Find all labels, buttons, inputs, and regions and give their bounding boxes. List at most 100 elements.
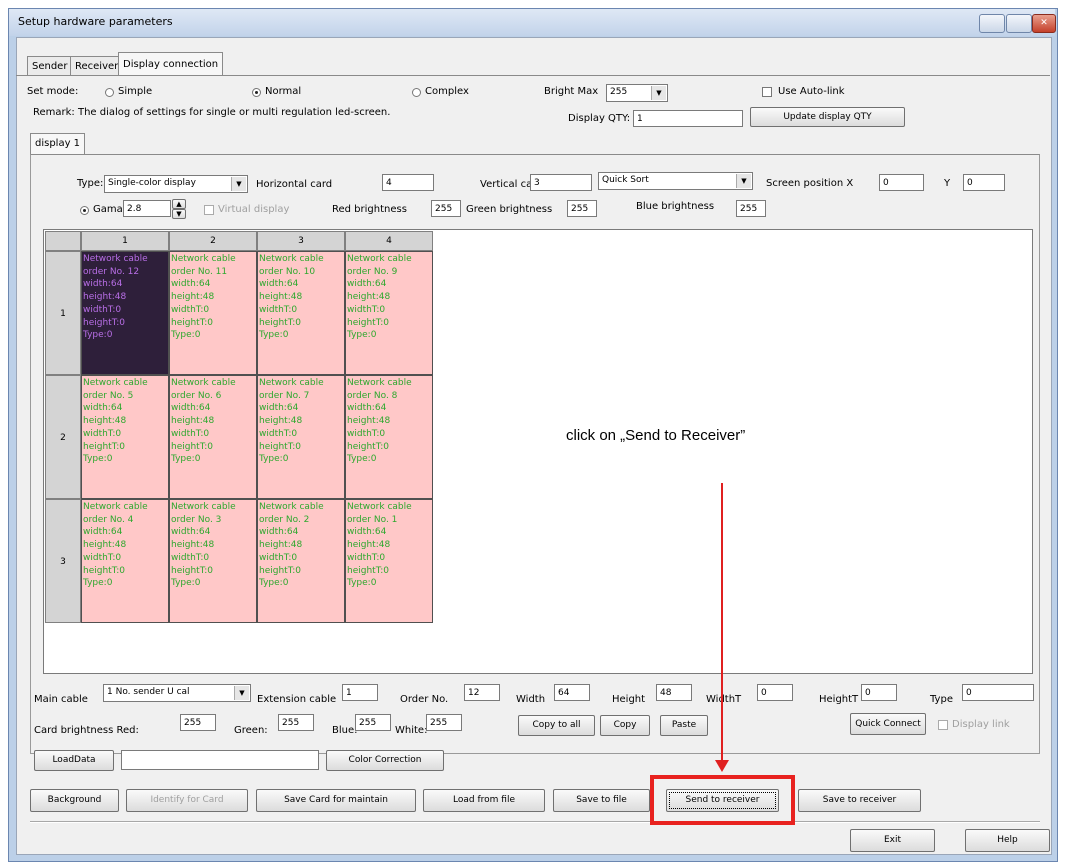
grid-card-cell[interactable]: Network cable order No. 4 width:64 height:4… (81, 499, 169, 623)
annotation-text: click on „Send to Receiver” (566, 427, 746, 444)
grid-card-cell[interactable]: Network cable order No. 3 width:64 height:4… (169, 499, 257, 623)
grid-card-line: width:64 (171, 403, 211, 414)
grid-card-cell[interactable]: Network cable order No. 1 width:64 height:4… (345, 499, 433, 623)
grid-card-line: height:48 (259, 292, 303, 303)
grid-card-line: widthT:0 (83, 428, 122, 439)
card-brightness-red-input[interactable]: 255 (180, 714, 216, 731)
widtht-input[interactable]: 0 (757, 684, 793, 701)
radio-normal[interactable] (252, 88, 261, 97)
chevron-down-icon: ▼ (736, 174, 751, 188)
screen-x-input[interactable]: 0 (879, 174, 924, 191)
copy-to-all-button[interactable]: Copy to all (518, 715, 595, 736)
grid-column-header[interactable]: 2 (169, 231, 257, 251)
grid-card-cell[interactable]: Network cable order No. 12 width:64 height:… (81, 251, 169, 375)
grid-row-header[interactable]: 3 (45, 499, 81, 623)
grid-row-header[interactable]: 2 (45, 375, 81, 499)
grid-card-cell[interactable]: Network cable order No. 9 width:64 height:4… (345, 251, 433, 375)
grid-card-line: order No. 2 (259, 514, 310, 525)
gama-down-button[interactable]: ▼ (172, 209, 186, 219)
grid-card-line: Network cable (83, 378, 148, 388)
load-data-path-input[interactable] (121, 750, 319, 770)
save-card-maintain-button[interactable]: Save Card for maintain (256, 789, 416, 812)
sort-select[interactable]: Quick Sort ▼ (598, 172, 753, 190)
grid-row-header[interactable]: 1 (45, 251, 81, 375)
type-field-input[interactable]: 0 (962, 684, 1034, 701)
grid-column-header[interactable]: 4 (345, 231, 433, 251)
grid-card-line: width:64 (259, 403, 299, 414)
close-button[interactable]: ✕ (1032, 14, 1056, 33)
load-from-file-button[interactable]: Load from file (423, 789, 545, 812)
card-white-input[interactable]: 255 (426, 714, 462, 731)
red-brightness-input[interactable]: 255 (431, 200, 461, 217)
grid-card-line: heightT:0 (83, 441, 125, 452)
grid-card-cell[interactable]: Network cable order No. 2 width:64 height:4… (257, 499, 345, 623)
display-qty-label: Display QTY: (568, 113, 631, 124)
card-green-input[interactable]: 255 (278, 714, 314, 731)
type-select[interactable]: Single-color display ▼ (104, 175, 248, 193)
paste-button[interactable]: Paste (660, 715, 708, 736)
tab-display-connection[interactable]: Display connection (118, 52, 224, 76)
red-brightness-label: Red brightness (332, 204, 407, 215)
color-correction-button[interactable]: Color Correction (326, 750, 444, 771)
order-no-input[interactable]: 12 (464, 684, 500, 701)
grid-card-line: order No. 6 (171, 390, 222, 401)
gama-up-button[interactable]: ▲ (172, 199, 186, 209)
grid-card-line: widthT:0 (83, 304, 122, 315)
radio-complex[interactable] (412, 88, 421, 97)
grid-column-header[interactable]: 1 (81, 231, 169, 251)
width-input[interactable]: 64 (554, 684, 590, 701)
maximize-button[interactable] (1006, 14, 1032, 33)
display-link-checkbox[interactable] (938, 720, 948, 730)
green-brightness-input[interactable]: 255 (567, 200, 597, 217)
grid-card-cell[interactable]: Network cable order No. 11 width:64 height:… (169, 251, 257, 375)
blue-brightness-input[interactable]: 255 (736, 200, 766, 217)
tab-sender[interactable]: Sender (27, 56, 73, 76)
minimize-button[interactable] (979, 14, 1005, 33)
height-input[interactable]: 48 (656, 684, 692, 701)
copy-button[interactable]: Copy (600, 715, 650, 736)
tab-display-1[interactable]: display 1 (30, 133, 86, 154)
load-data-button[interactable]: LoadData (34, 750, 114, 771)
grid-card-line: heightT:0 (171, 317, 213, 328)
tab-receiver[interactable]: Receiver (70, 56, 124, 76)
radio-normal-label: Normal (265, 86, 302, 97)
radio-simple[interactable] (105, 88, 114, 97)
save-to-file-button[interactable]: Save to file (553, 789, 650, 812)
grid-card-line: heightT:0 (347, 565, 389, 576)
grid-card-line: height:48 (171, 292, 215, 303)
grid-card-line: heightT:0 (259, 565, 301, 576)
order-no-label: Order No. (400, 694, 449, 705)
update-display-qty-button[interactable]: Update display QTY (750, 107, 905, 127)
grid-card-cell[interactable]: Network cable order No. 6 width:64 height:4… (169, 375, 257, 499)
horizontal-card-label: Horizontal card (256, 179, 333, 190)
quick-connect-button[interactable]: Quick Connect (850, 713, 926, 735)
grid-card-line: heightT:0 (347, 317, 389, 328)
horizontal-card-input[interactable]: 4 (382, 174, 434, 191)
grid-card-cell[interactable]: Network cable order No. 5 width:64 height:4… (81, 375, 169, 499)
display-qty-input[interactable]: 1 (633, 110, 743, 127)
grid-card-cell[interactable]: Network cable order No. 7 width:64 height:4… (257, 375, 345, 499)
bright-max-select[interactable]: 255 ▼ (606, 84, 668, 102)
card-blue-input[interactable]: 255 (355, 714, 391, 731)
gama-input[interactable]: 2.8 (123, 200, 171, 217)
heightt-input[interactable]: 0 (861, 684, 897, 701)
gama-radio[interactable] (80, 206, 89, 215)
exit-button[interactable]: Exit (850, 829, 935, 852)
screen-y-input[interactable]: 0 (963, 174, 1005, 191)
grid-card-line: height:48 (171, 416, 215, 427)
vertical-card-input[interactable]: 3 (530, 174, 592, 191)
grid-column-header[interactable]: 3 (257, 231, 345, 251)
background-button[interactable]: Background (30, 789, 119, 812)
use-autolink-checkbox[interactable] (762, 87, 772, 97)
radio-complex-label: Complex (425, 86, 469, 97)
grid-card-line: width:64 (347, 527, 387, 538)
grid-card-cell[interactable]: Network cable order No. 10 width:64 height:… (257, 251, 345, 375)
virtual-display-checkbox[interactable] (204, 205, 214, 215)
save-to-receiver-button[interactable]: Save to receiver (798, 789, 921, 812)
help-button[interactable]: Help (965, 829, 1050, 852)
main-cable-select[interactable]: 1 No. sender U cal ▼ (103, 684, 251, 702)
extension-cable-input[interactable]: 1 (342, 684, 378, 701)
grid-card-cell[interactable]: Network cable order No. 8 width:64 height:4… (345, 375, 433, 499)
grid-card-line: width:64 (347, 279, 387, 290)
identify-card-button[interactable]: Identify for Card (126, 789, 248, 812)
